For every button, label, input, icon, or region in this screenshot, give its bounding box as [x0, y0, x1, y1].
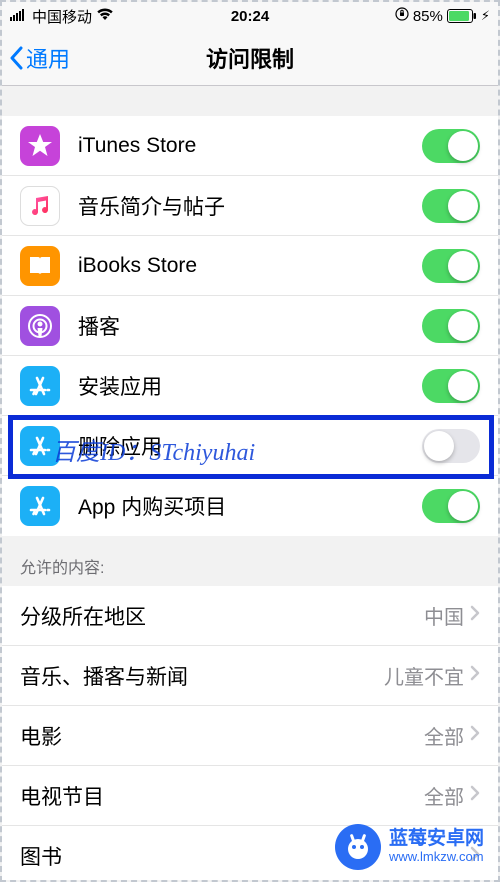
restriction-label: 删除应用: [78, 431, 422, 461]
chevron-right-icon: [470, 725, 480, 746]
battery-percentage: 85%: [413, 8, 443, 25]
chevron-right-icon: [470, 665, 480, 686]
restriction-label: iBooks Store: [78, 254, 422, 278]
content-row-label: 电影: [20, 721, 424, 751]
back-button[interactable]: 通用: [8, 42, 70, 74]
restriction-toggle[interactable]: [422, 129, 480, 163]
status-time: 20:24: [231, 8, 269, 25]
restriction-row: iTunes Store: [2, 116, 498, 176]
restriction-toggle[interactable]: [422, 369, 480, 403]
wifi-icon: [96, 8, 114, 25]
restriction-label: 播客: [78, 311, 422, 341]
restriction-toggle[interactable]: [422, 489, 480, 523]
chevron-left-icon: [8, 46, 24, 70]
brand-logo-icon: [335, 824, 381, 870]
content-row-label: 电视节目: [20, 781, 424, 811]
content-row[interactable]: 电视节目全部: [2, 766, 498, 826]
status-bar: 中国移动 20:24 85% ⚡︎: [2, 2, 498, 30]
restriction-toggle[interactable]: [422, 249, 480, 283]
itunes-icon: [20, 126, 60, 166]
restriction-row: 安装应用: [2, 356, 498, 416]
signal-icon: [10, 8, 28, 25]
restriction-row: 音乐简介与帖子: [2, 176, 498, 236]
appstore-icon: [20, 486, 60, 526]
chevron-right-icon: [470, 785, 480, 806]
content-row-label: 分级所在地区: [20, 601, 424, 631]
restriction-label: 安装应用: [78, 371, 422, 401]
restriction-row: 播客: [2, 296, 498, 356]
content-row[interactable]: 分级所在地区中国: [2, 586, 498, 646]
carrier-label: 中国移动: [32, 6, 92, 27]
appstore-icon: [20, 426, 60, 466]
restriction-toggle[interactable]: [422, 429, 480, 463]
ibooks-icon: [20, 246, 60, 286]
content-row-value: 儿童不宜: [384, 661, 464, 690]
podcasts-icon: [20, 306, 60, 346]
brand-overlay: 蓝莓安卓网 www.lmkzw.com: [335, 824, 484, 870]
music-icon: [20, 186, 60, 226]
restrictions-toggle-list: iTunes Store 音乐简介与帖子 iBooks Store 播客安装应用删除应…: [2, 116, 498, 536]
restriction-row: 删除应用: [2, 416, 498, 476]
orientation-lock-icon: [395, 7, 409, 25]
charging-icon: ⚡︎: [481, 8, 490, 24]
restriction-toggle[interactable]: [422, 189, 480, 223]
allowed-content-header: 允许的内容:: [2, 536, 498, 586]
appstore-icon: [20, 366, 60, 406]
restriction-toggle[interactable]: [422, 309, 480, 343]
restriction-label: App 内购买项目: [78, 491, 422, 521]
brand-url: www.lmkzw.com: [389, 850, 484, 864]
restriction-row: iBooks Store: [2, 236, 498, 296]
brand-name: 蓝莓安卓网: [389, 829, 484, 850]
content-row-value: 全部: [424, 781, 464, 810]
nav-bar: 通用 访问限制: [2, 30, 498, 86]
content-row-label: 音乐、播客与新闻: [20, 661, 384, 691]
restriction-label: 音乐简介与帖子: [78, 191, 422, 221]
content-row[interactable]: 电影全部: [2, 706, 498, 766]
content-row-value: 中国: [424, 601, 464, 630]
battery-icon: [447, 9, 477, 23]
content-row[interactable]: 音乐、播客与新闻儿童不宜: [2, 646, 498, 706]
content-row-value: 全部: [424, 721, 464, 750]
restriction-row: App 内购买项目: [2, 476, 498, 536]
restriction-label: iTunes Store: [78, 134, 422, 158]
chevron-right-icon: [470, 605, 480, 626]
page-title: 访问限制: [206, 42, 294, 74]
back-label: 通用: [26, 42, 70, 74]
